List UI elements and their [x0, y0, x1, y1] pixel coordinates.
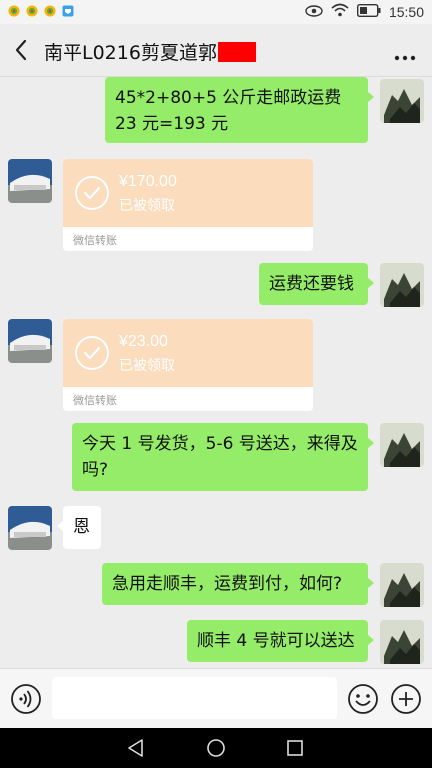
voice-input-icon[interactable] — [10, 683, 42, 719]
transfer-status: 已被领取 — [119, 358, 175, 374]
emoji-icon[interactable] — [347, 683, 379, 719]
message-text: 急用走顺丰，运费到付，如何? — [112, 574, 343, 594]
nav-recents-icon[interactable] — [286, 739, 304, 761]
transfer-card[interactable]: ¥170.00 已被领取 微信转账 — [63, 159, 313, 251]
input-bar — [0, 668, 432, 729]
avatar-contact[interactable] — [8, 319, 52, 363]
transfer-amount: ¥23.00 — [119, 333, 168, 350]
message-bubble-outgoing[interactable]: 顺丰 4 号就可以送达 — [187, 620, 374, 662]
check-circle-icon — [75, 336, 109, 370]
transfer-status: 已被领取 — [119, 198, 175, 214]
shield-icon — [62, 5, 74, 17]
message-text: 今天 1 号发货，5-6 号送达，来得及吗? — [82, 434, 358, 480]
eye-icon — [305, 4, 323, 20]
nav-back-icon[interactable] — [126, 738, 146, 762]
more-options-icon[interactable] — [394, 42, 416, 66]
battery-icon — [356, 3, 381, 20]
message-bubble-outgoing[interactable]: 今天 1 号发货，5-6 号送达，来得及吗? — [72, 423, 374, 491]
app-icon — [8, 5, 20, 17]
avatar-self[interactable] — [380, 79, 424, 123]
message-bubble-incoming[interactable]: 恩 — [57, 506, 101, 549]
message-bubble-outgoing[interactable]: 45*2+80+5 公斤走邮政运费 23 元=193 元 — [105, 77, 374, 143]
app-icon — [26, 5, 38, 17]
message-list[interactable]: 45*2+80+5 公斤走邮政运费 23 元=193 元 ¥170.00 已被领… — [0, 77, 432, 667]
avatar-self[interactable] — [380, 423, 424, 467]
transfer-label: 微信转账 — [73, 394, 117, 407]
app-icon — [44, 5, 56, 17]
clock: 15:50 — [388, 3, 424, 20]
check-circle-icon — [75, 176, 109, 210]
message-bubble-outgoing[interactable]: 运费还要钱 — [259, 263, 374, 305]
avatar-contact[interactable] — [8, 506, 52, 550]
avatar-self[interactable] — [380, 263, 424, 307]
message-text: 顺丰 4 号就可以送达 — [197, 631, 355, 651]
page-title: 南平L0216剪夏道郭 — [44, 38, 256, 65]
transfer-label: 微信转账 — [73, 234, 117, 247]
message-input[interactable] — [52, 677, 337, 719]
transfer-amount: ¥170.00 — [119, 173, 177, 190]
back-arrow-icon[interactable] — [12, 38, 32, 62]
message-text: 45*2+80+5 公斤走邮政运费 23 元=193 元 — [115, 88, 342, 134]
message-text: 恩 — [73, 517, 90, 537]
nav-home-icon[interactable] — [206, 738, 226, 762]
avatar-contact[interactable] — [8, 159, 52, 203]
message-bubble-outgoing[interactable]: 急用走顺丰，运费到付，如何? — [102, 563, 374, 605]
wifi-icon — [331, 3, 349, 20]
system-nav-bar — [0, 728, 432, 768]
transfer-card[interactable]: ¥23.00 已被领取 微信转账 — [63, 319, 313, 411]
redaction-mark — [217, 42, 256, 62]
avatar-self[interactable] — [380, 620, 424, 664]
avatar-self[interactable] — [380, 563, 424, 607]
chat-header: 南平L0216剪夏道郭 — [0, 24, 432, 77]
add-icon[interactable] — [390, 683, 422, 719]
status-bar: 15:50 — [0, 0, 432, 24]
message-text: 运费还要钱 — [269, 274, 354, 294]
